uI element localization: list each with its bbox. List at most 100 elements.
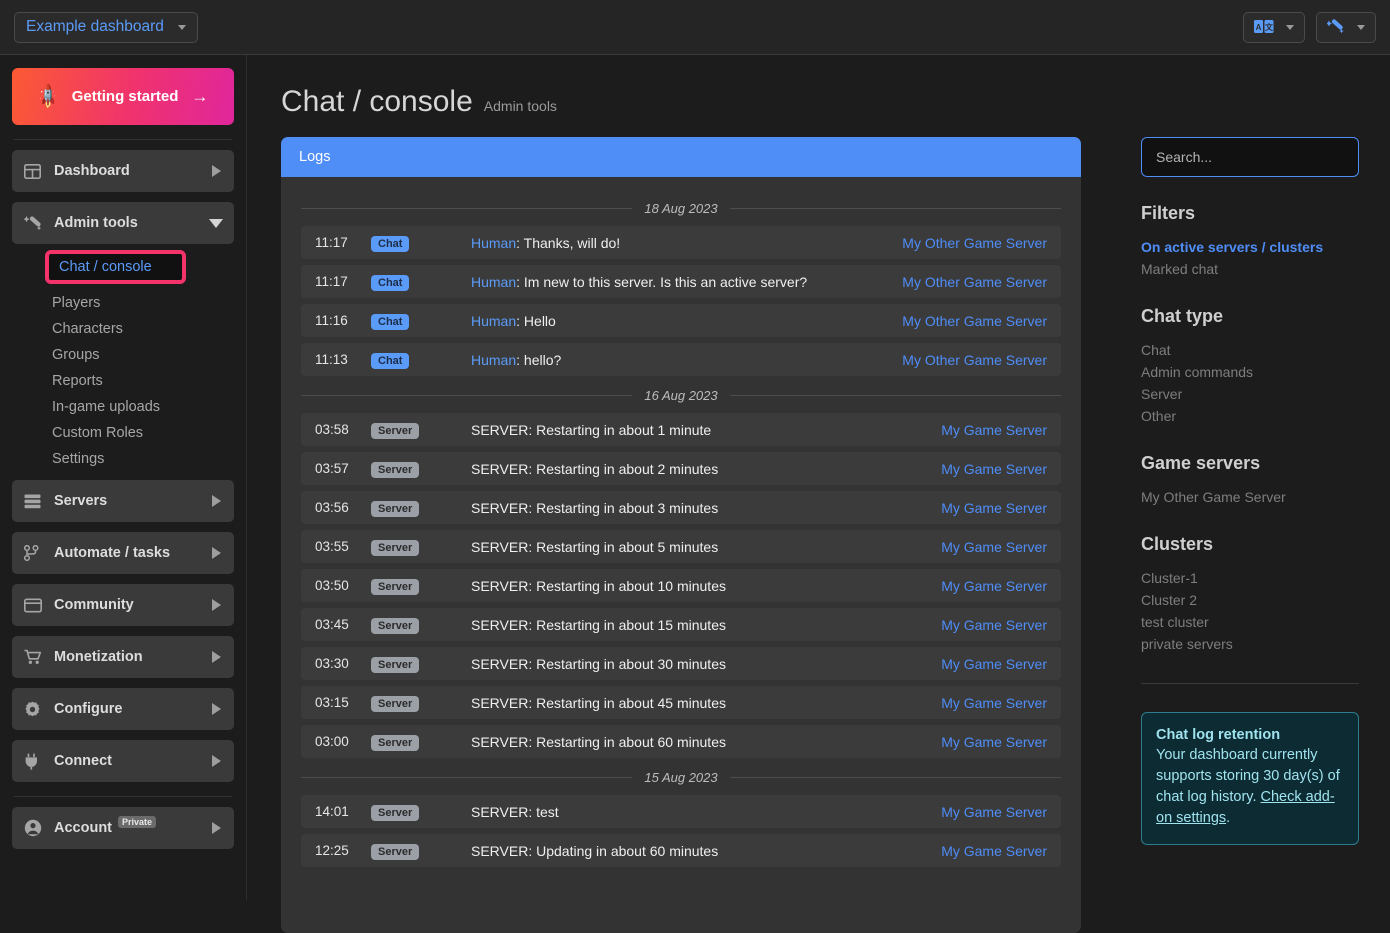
sidebar-subitem-groups[interactable]: Groups xyxy=(12,342,234,368)
log-server-link[interactable]: My Game Server xyxy=(941,578,1047,594)
callout-text-end: . xyxy=(1226,810,1231,826)
logs-panel: Logs 18 Aug 2023 11:17 Chat Human: Thanks, … xyxy=(281,137,1081,933)
log-server-link[interactable]: My Game Server xyxy=(941,804,1047,820)
log-type-badge: Server xyxy=(371,804,420,821)
sidebar-item-community[interactable]: Community xyxy=(12,584,234,626)
log-row[interactable]: 11:13 Chat Human: hello? My Other Game Serv… xyxy=(301,343,1061,376)
sidebar-item-admin-tools[interactable]: Admin tools xyxy=(12,202,234,244)
dashboard-selector[interactable]: Example dashboard xyxy=(14,11,198,43)
sidebar-subitem-chat-console[interactable]: Chat / console xyxy=(12,250,234,284)
log-type-badge: Chat xyxy=(371,274,410,291)
log-type-badge: Server xyxy=(371,843,420,860)
arrow-right-icon: → xyxy=(191,86,209,106)
sidebar-item-connect[interactable]: Connect xyxy=(12,740,234,782)
magic-tools-button[interactable] xyxy=(1316,11,1376,43)
chevron-right-icon xyxy=(212,651,221,663)
log-row[interactable]: 03:15 Server SERVER: Restarting in about 4… xyxy=(301,686,1061,719)
sidebar-item-monetization[interactable]: Monetization xyxy=(12,636,234,678)
cluster-option[interactable]: private servers xyxy=(1141,633,1359,655)
separator-line xyxy=(729,777,1062,778)
game-servers-heading: Game servers xyxy=(1141,453,1261,473)
log-date-separator: 16 Aug 2023 xyxy=(301,388,1062,403)
game-servers-options: My Other Game Server xyxy=(1141,486,1359,508)
server-stack-icon xyxy=(24,494,48,509)
log-row[interactable]: 03:50 Server SERVER: Restarting in about 1… xyxy=(301,569,1061,602)
log-server-link[interactable]: My Game Server xyxy=(941,843,1047,859)
log-row[interactable]: 03:57 Server SERVER: Restarting in about 2… xyxy=(301,452,1061,485)
log-message: SERVER: test xyxy=(471,803,559,820)
game-server-option[interactable]: My Other Game Server xyxy=(1141,486,1359,508)
sidebar-subitem-players[interactable]: Players xyxy=(12,290,234,316)
sidebar-subitem-characters[interactable]: Characters xyxy=(12,316,234,342)
sidebar-subitem-custom-roles[interactable]: Custom Roles xyxy=(12,420,234,446)
chat-type-option[interactable]: Server xyxy=(1141,383,1359,405)
sidebar-subitem-settings[interactable]: Settings xyxy=(12,446,234,472)
log-server-link[interactable]: My Other Game Server xyxy=(902,313,1047,329)
log-server-link[interactable]: My Game Server xyxy=(941,422,1047,438)
sidebar-item-label: Monetization xyxy=(54,649,143,665)
log-row[interactable]: 03:56 Server SERVER: Restarting in about 3… xyxy=(301,491,1061,524)
log-server-link[interactable]: My Game Server xyxy=(941,734,1047,750)
log-row[interactable]: 03:00 Server SERVER: Restarting in about 6… xyxy=(301,725,1061,758)
log-row[interactable]: 03:58 Server SERVER: Restarting in about 1… xyxy=(301,413,1061,446)
log-time: 11:17 xyxy=(315,274,348,289)
log-server-link[interactable]: My Game Server xyxy=(941,617,1047,633)
log-row[interactable]: 03:30 Server SERVER: Restarting in about 3… xyxy=(301,647,1061,680)
log-type-badge: Server xyxy=(371,578,420,595)
log-server-link[interactable]: My Other Game Server xyxy=(902,352,1047,368)
log-row[interactable]: 11:16 Chat Human: Hello My Other Game Serve… xyxy=(301,304,1061,337)
log-author: Human xyxy=(471,234,517,251)
sidebar-item-automate-tasks[interactable]: Automate / tasks xyxy=(12,532,234,574)
getting-started-button[interactable]: 🚀 Getting started → xyxy=(12,68,234,125)
callout-body: Your dashboard currently supports storin… xyxy=(1156,745,1344,829)
log-server-link[interactable]: My Game Server xyxy=(941,539,1047,555)
admin-tools-submenu: Chat / console Players Characters Groups… xyxy=(12,250,234,472)
translate-button[interactable]: A 文 xyxy=(1243,11,1305,43)
sidebar-item-dashboard[interactable]: Dashboard xyxy=(12,150,234,192)
chat-type-option[interactable]: Admin commands xyxy=(1141,361,1359,383)
log-time: 03:45 xyxy=(315,617,349,632)
log-date-separator: 18 Aug 2023 xyxy=(301,201,1062,216)
search-box[interactable]: Search... xyxy=(1141,137,1359,177)
sidebar-item-configure[interactable]: Configure xyxy=(12,688,234,730)
svg-text:文: 文 xyxy=(1265,22,1274,32)
log-time: 11:17 xyxy=(315,235,348,250)
log-row[interactable]: 03:45 Server SERVER: Restarting in about 1… xyxy=(301,608,1061,641)
cart-icon xyxy=(24,649,48,665)
filter-option[interactable]: On active servers / clusters xyxy=(1141,236,1359,258)
log-message: Human: hello? xyxy=(471,351,562,368)
log-server-link[interactable]: My Game Server xyxy=(941,500,1047,516)
chat-type-option[interactable]: Other xyxy=(1141,405,1359,427)
log-server-link[interactable]: My Game Server xyxy=(941,695,1047,711)
log-type-badge: Chat xyxy=(371,313,410,330)
log-server-link[interactable]: My Other Game Server xyxy=(902,274,1047,290)
separator-line xyxy=(301,208,633,209)
log-row[interactable]: 14:01 Server SERVER: test My Game Server xyxy=(301,795,1061,828)
log-row[interactable]: 03:55 Server SERVER: Restarting in about 5… xyxy=(301,530,1061,563)
log-row[interactable]: 11:17 Chat Human: Im new to this server. I… xyxy=(301,265,1061,298)
chat-type-option[interactable]: Chat xyxy=(1141,339,1359,361)
sidebar-item-account[interactable]: Account Private xyxy=(12,807,234,849)
log-type-cell: Chat xyxy=(371,351,471,369)
chat-type-heading: Chat type xyxy=(1141,306,1224,326)
log-row[interactable]: 11:17 Chat Human: Thanks, will do! My Other… xyxy=(301,226,1061,259)
log-type-cell: Chat xyxy=(371,234,471,252)
left-sidebar: 🚀 Getting started → Dashboard Admin tool… xyxy=(0,55,247,900)
sidebar-item-servers[interactable]: Servers xyxy=(12,480,234,522)
rocket-icon: 🚀 xyxy=(33,81,62,111)
cluster-option[interactable]: Cluster-1 xyxy=(1141,567,1359,589)
chevron-down-icon xyxy=(209,218,223,228)
filter-option[interactable]: Marked chat xyxy=(1141,258,1359,280)
log-server-link[interactable]: My Other Game Server xyxy=(902,235,1047,251)
sidebar-subitem-in-game-uploads[interactable]: In-game uploads xyxy=(12,394,234,420)
chevron-down-icon xyxy=(177,24,186,30)
cluster-option[interactable]: test cluster xyxy=(1141,611,1359,633)
log-row[interactable]: 12:25 Server SERVER: Updating in about 60 … xyxy=(301,834,1061,867)
log-server-link[interactable]: My Game Server xyxy=(941,461,1047,477)
cluster-option[interactable]: Cluster 2 xyxy=(1141,589,1359,611)
chevron-right-icon xyxy=(212,547,221,559)
log-author: Human xyxy=(471,273,517,290)
log-server-link[interactable]: My Game Server xyxy=(941,656,1047,672)
sidebar-subitem-reports[interactable]: Reports xyxy=(12,368,234,394)
page-title: Chat / console xyxy=(281,85,473,118)
